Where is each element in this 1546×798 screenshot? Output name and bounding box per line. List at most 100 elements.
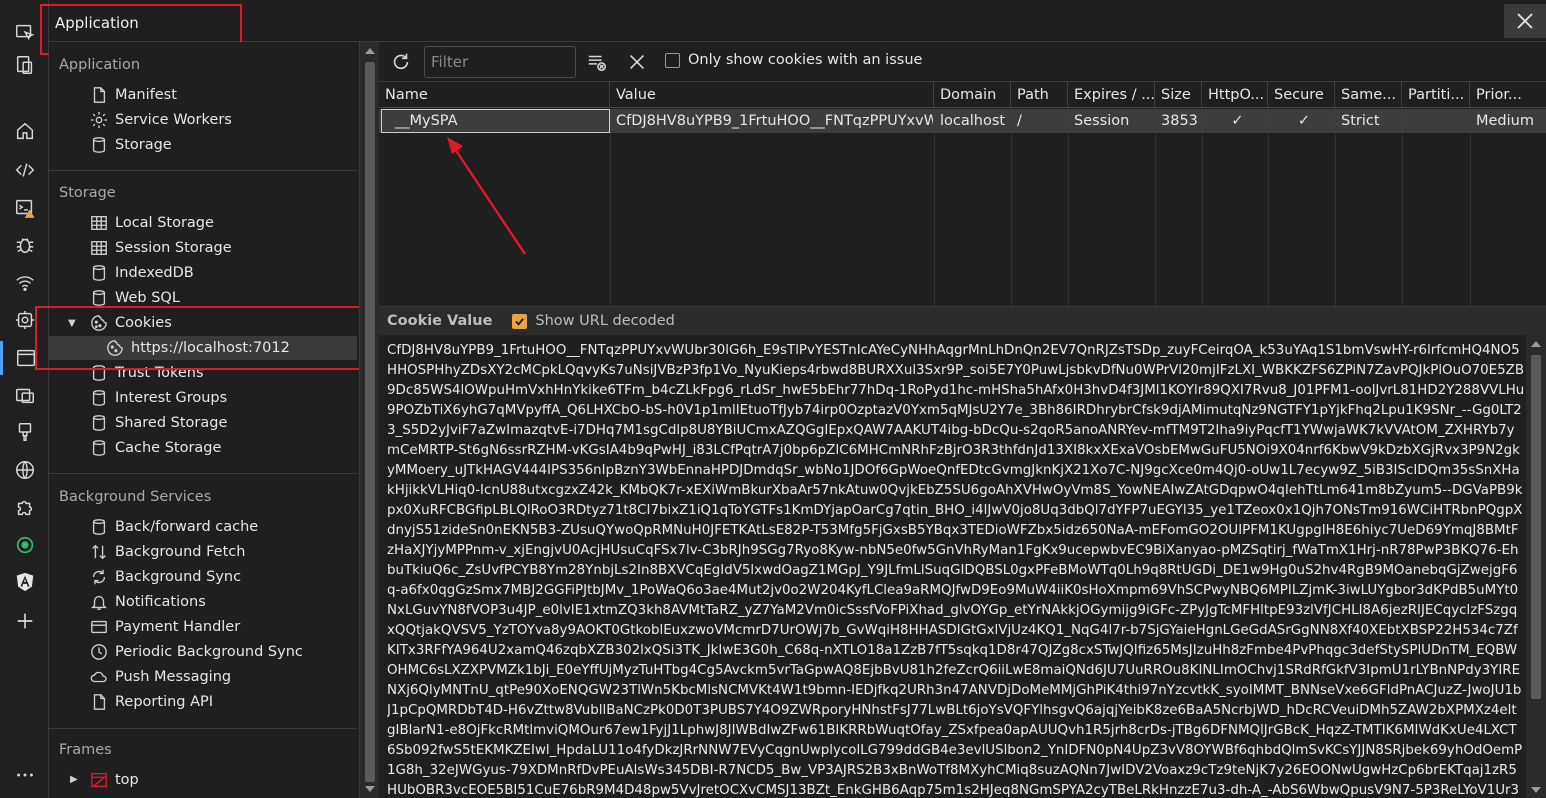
cell-secure[interactable]: ✓ <box>1268 109 1335 133</box>
column-divider <box>1202 108 1203 306</box>
column-header-samesite[interactable]: Same... <box>1335 82 1402 107</box>
sidebar-item-frame-top[interactable]: top <box>89 768 139 792</box>
console-warning-icon[interactable] <box>0 191 49 225</box>
up-down-arrows-icon <box>89 542 109 562</box>
sidebar-item-periodic-background-sync[interactable]: Periodic Background Sync <box>89 640 303 664</box>
sidebar-item-label: Interest Groups <box>115 390 228 406</box>
column-header-size[interactable]: Size <box>1155 82 1202 107</box>
column-header-expires[interactable]: Expires / ... <box>1068 82 1155 107</box>
sidebar-item-label: Manifest <box>115 87 177 103</box>
column-header-partition[interactable]: Partiti... <box>1402 82 1470 107</box>
cell-size[interactable]: 3853 <box>1155 109 1202 133</box>
cell-domain[interactable]: localhost <box>934 109 1011 133</box>
sidebar: Application Manifest Service Workers Sto… <box>49 42 359 798</box>
sidebar-item-reporting-api[interactable]: Reporting API <box>89 690 213 714</box>
sidebar-item-storage-overview[interactable]: Storage <box>89 133 172 157</box>
scrollbar-thumb[interactable] <box>365 62 375 782</box>
gear-icon <box>89 110 109 130</box>
cell-priority[interactable]: Medium <box>1470 109 1546 133</box>
sidebar-item-bfcache[interactable]: Back/forward cache <box>89 515 258 539</box>
column-header-value[interactable]: Value <box>610 82 934 107</box>
row-focus-outline <box>381 109 610 133</box>
show-url-decoded-checkbox[interactable]: Show URL decoded <box>512 313 675 329</box>
scrollbar-thumb[interactable] <box>1531 355 1541 699</box>
checkbox-checked[interactable] <box>512 313 528 329</box>
close-x-icon[interactable] <box>625 50 649 74</box>
column-divider <box>1268 108 1269 306</box>
section-heading-frames: Frames <box>59 742 112 758</box>
sidebar-item-label: Local Storage <box>115 215 214 231</box>
expand-caret-icon[interactable]: ▶ <box>70 774 78 785</box>
cookies-panel: Only show cookies with an issue Name Val… <box>379 42 1546 798</box>
column-header-domain[interactable]: Domain <box>934 82 1011 107</box>
plus-icon[interactable] <box>0 604 49 638</box>
sidebar-item-local-storage[interactable]: Local Storage <box>89 211 214 235</box>
cell-samesite[interactable]: Strict <box>1335 109 1402 133</box>
sidebar-item-label: Notifications <box>115 594 206 610</box>
scroll-down-icon[interactable] <box>1531 787 1541 793</box>
column-divider <box>1335 108 1336 306</box>
column-header-path[interactable]: Path <box>1011 82 1068 107</box>
cookies-table: Name Value Domain Path Expires / ... Siz… <box>379 82 1546 306</box>
column-header-priority[interactable]: Prior... <box>1470 82 1546 107</box>
cell-partition[interactable] <box>1402 109 1470 133</box>
column-header-secure[interactable]: Secure <box>1268 82 1335 107</box>
section-heading-application: Application <box>59 57 141 73</box>
refresh-icon[interactable] <box>389 50 413 74</box>
document-icon <box>89 692 109 712</box>
panel-header: Application <box>49 0 1546 42</box>
card-icon <box>89 617 109 637</box>
devtools-window: Application Application Manifest Service… <box>0 0 1546 798</box>
sidebar-item-push-messaging[interactable]: Push Messaging <box>89 665 231 689</box>
cookie-value-text[interactable]: CfDJ8HV8uYPB9_1FrtuHOO__FNTqzPPUYxvWUbr3… <box>387 341 1525 797</box>
database-icon <box>89 288 109 308</box>
paint-brush-icon[interactable] <box>0 415 49 449</box>
globe-icon[interactable] <box>0 453 49 487</box>
cell-expires[interactable]: Session <box>1068 109 1155 133</box>
home-icon[interactable] <box>0 114 49 148</box>
sidebar-item-label: Cache Storage <box>115 440 222 456</box>
cookie-value-scrollbar[interactable] <box>1526 335 1546 798</box>
close-button[interactable] <box>1504 4 1546 38</box>
sidebar-item-manifest[interactable]: Manifest <box>89 83 177 107</box>
checkbox-box[interactable] <box>665 52 680 68</box>
only-issues-checkbox[interactable]: Only show cookies with an issue <box>665 52 922 68</box>
sidebar-item-label: Shared Storage <box>115 415 228 431</box>
sidebar-scrollbar[interactable] <box>359 42 379 798</box>
bug-icon[interactable] <box>0 228 49 262</box>
cell-httponly[interactable]: ✓ <box>1202 109 1268 133</box>
sidebar-item-background-fetch[interactable]: Background Fetch <box>89 540 245 564</box>
scroll-up-icon[interactable] <box>365 48 375 54</box>
filter-input[interactable] <box>424 46 576 78</box>
database-icon <box>89 413 109 433</box>
scroll-down-icon[interactable] <box>365 786 375 792</box>
sidebar-item-cache-storage[interactable]: Cache Storage <box>89 436 221 460</box>
sidebar-item-notifications[interactable]: Notifications <box>89 590 206 614</box>
sidebar-item-label: Periodic Background Sync <box>115 644 303 660</box>
scroll-up-icon[interactable] <box>1531 341 1541 347</box>
bell-icon <box>89 592 109 612</box>
highlight-box-cookies <box>35 306 375 370</box>
extension-puzzle-icon[interactable] <box>0 490 49 524</box>
more-dots-icon[interactable] <box>0 758 49 792</box>
clear-filter-icon[interactable] <box>585 50 609 74</box>
section-heading-background-services: Background Services <box>59 489 212 505</box>
sidebar-item-label: Background Sync <box>115 569 242 585</box>
sidebar-item-payment-handler[interactable]: Payment Handler <box>89 615 240 639</box>
cell-path[interactable]: / <box>1011 109 1068 133</box>
sidebar-item-interest-groups[interactable]: Interest Groups <box>89 386 227 410</box>
sidebar-item-shared-storage[interactable]: Shared Storage <box>89 411 227 435</box>
cell-value[interactable]: CfDJ8HV8uYPB9_1FrtuHOO__FNTqzPPUYxvW... <box>610 109 934 133</box>
target-icon[interactable] <box>0 528 49 562</box>
cookies-toolbar: Only show cookies with an issue <box>379 42 1546 82</box>
sidebar-item-service-workers[interactable]: Service Workers <box>89 108 232 132</box>
column-header-name[interactable]: Name <box>379 82 610 107</box>
sidebar-item-background-sync[interactable]: Background Sync <box>89 565 241 589</box>
elements-code-icon[interactable] <box>0 153 49 187</box>
memory-icon[interactable] <box>0 378 49 412</box>
sidebar-item-session-storage[interactable]: Session Storage <box>89 236 232 260</box>
sidebar-item-indexeddb[interactable]: IndexedDB <box>89 261 194 285</box>
network-wifi-icon[interactable] <box>0 266 49 300</box>
angular-a-icon[interactable] <box>0 565 49 599</box>
column-header-httponly[interactable]: HttpO... <box>1202 82 1268 107</box>
